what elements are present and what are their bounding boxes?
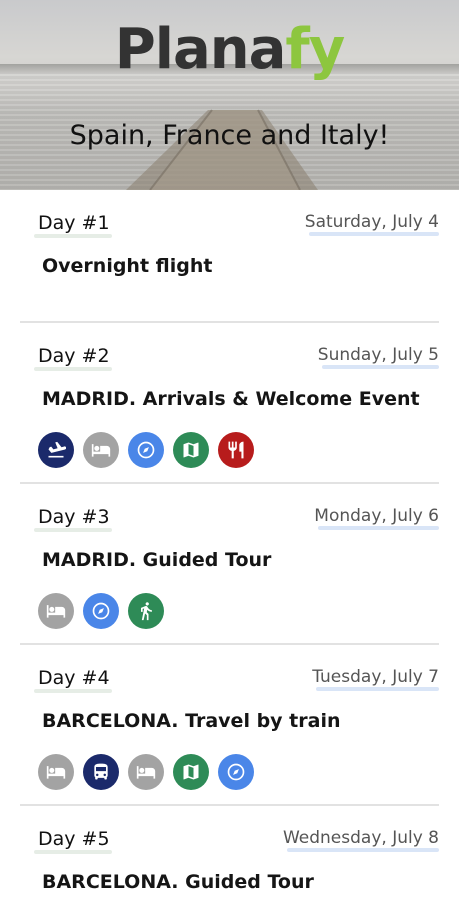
day-card[interactable]: Day #5 Wednesday, July 8 BARCELONA. Guid… xyxy=(20,806,440,893)
map-icon xyxy=(173,432,209,468)
day-number: Day #5 xyxy=(34,828,112,854)
logo-text-dark: Plana xyxy=(114,17,287,82)
day-number: Day #2 xyxy=(34,345,112,371)
bed-icon xyxy=(38,593,74,629)
day-date: Tuesday, July 7 xyxy=(312,667,439,691)
day-number: Day #3 xyxy=(34,506,112,532)
header-banner: Planafy Spain, France and Italy! xyxy=(0,0,459,190)
bed-icon xyxy=(128,754,164,790)
day-number: Day #1 xyxy=(34,212,112,238)
logo-text-green: fy xyxy=(285,17,345,82)
day-title: Overnight flight xyxy=(42,255,213,277)
day-date: Sunday, July 5 xyxy=(317,345,440,369)
activity-icons xyxy=(20,420,439,468)
activity-icons xyxy=(20,742,439,790)
day-title: BARCELONA. Guided Tour xyxy=(42,871,314,893)
bus-icon xyxy=(83,754,119,790)
compass-icon xyxy=(218,754,254,790)
day-card[interactable]: Day #2 Sunday, July 5 MADRID. Arrivals &… xyxy=(20,323,440,484)
day-date: Monday, July 6 xyxy=(314,506,439,530)
restaurant-icon xyxy=(218,432,254,468)
activity-icons xyxy=(20,581,439,629)
compass-icon xyxy=(83,593,119,629)
day-title: MADRID. Guided Tour xyxy=(42,549,272,571)
day-title: BARCELONA. Travel by train xyxy=(42,710,341,732)
day-card[interactable]: Day #4 Tuesday, July 7 BARCELONA. Travel… xyxy=(20,645,439,806)
flight-landing-icon xyxy=(38,432,74,468)
day-card[interactable]: Day #3 Monday, July 6 MADRID. Guided Tou… xyxy=(20,484,439,645)
day-date: Saturday, July 4 xyxy=(304,212,440,236)
map-icon xyxy=(173,754,209,790)
day-card[interactable]: Day #1 Saturday, July 4 Overnight flight xyxy=(20,190,440,323)
app-logo: Planafy xyxy=(0,22,459,78)
compass-icon xyxy=(128,432,164,468)
day-date: Wednesday, July 8 xyxy=(282,828,440,852)
trip-title: Spain, France and Italy! xyxy=(69,120,390,151)
bed-icon xyxy=(38,754,74,790)
day-title: MADRID. Arrivals & Welcome Event xyxy=(42,388,420,410)
bed-icon xyxy=(83,432,119,468)
day-number: Day #4 xyxy=(34,667,112,693)
walking-icon xyxy=(128,593,164,629)
